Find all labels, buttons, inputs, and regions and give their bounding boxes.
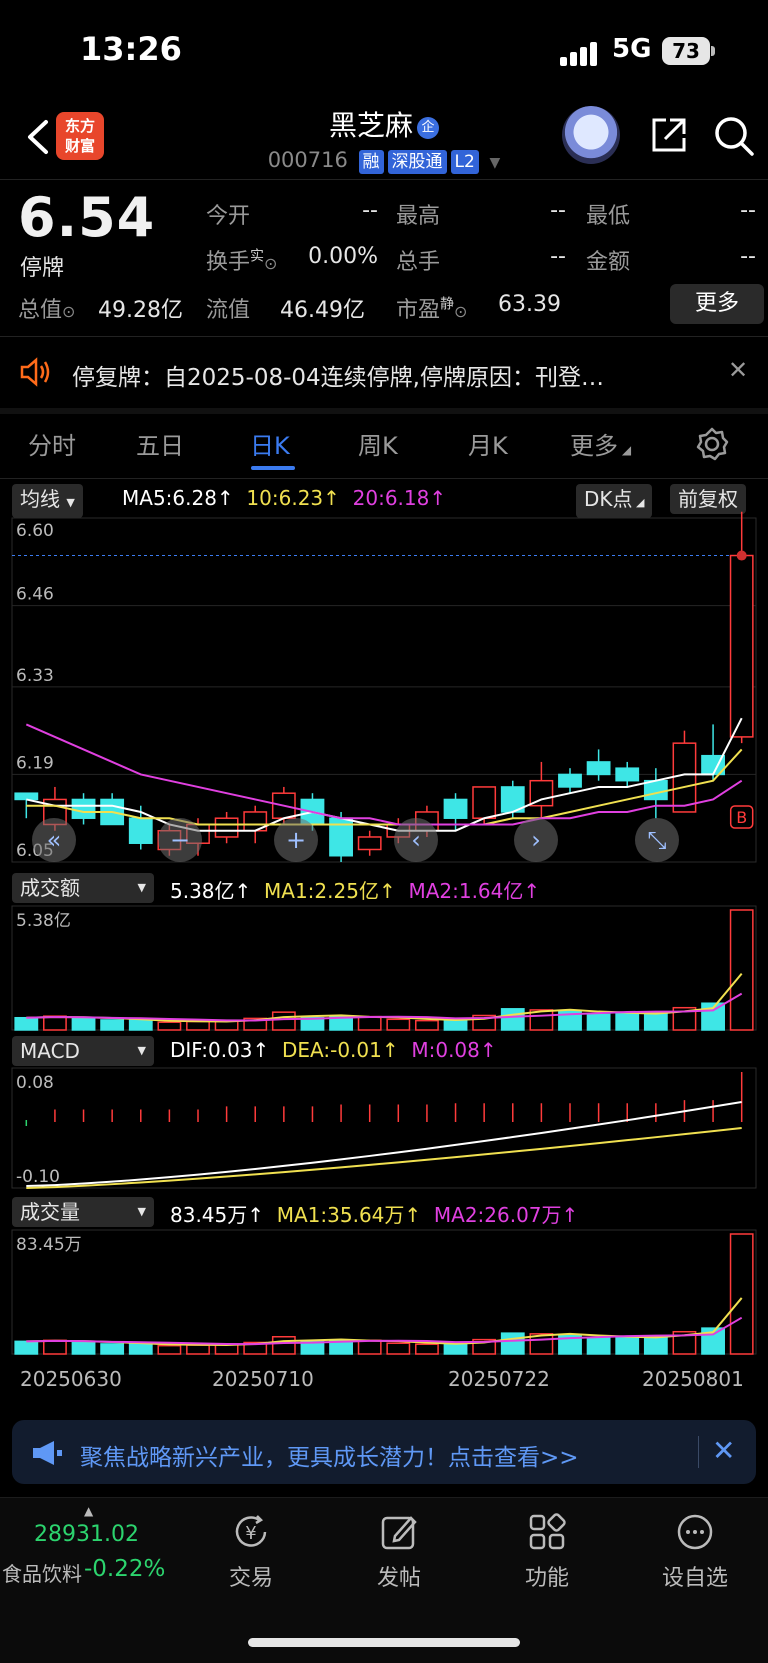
index-value[interactable]: 28931.02 [34,1522,139,1547]
close-icon[interactable]: ✕ [712,1434,735,1467]
candle-body [615,767,640,782]
volume-top-label: 83.45万 [16,1235,82,1255]
post-label: 发帖 [376,1566,421,1591]
dif-line [26,1101,742,1187]
function-label: 功能 [524,1566,569,1591]
amount-bar [71,1016,96,1031]
price-tick-label: 6.46 [16,585,54,605]
buy-signal-label: B [736,808,747,827]
amount-bar [500,1008,525,1031]
volume-bar [586,1337,611,1355]
promo-separator [698,1436,699,1468]
apps-grid-icon [529,1513,566,1550]
yuan-icon: ¥ [235,1515,267,1547]
volume-bar [100,1343,125,1355]
more-dots-icon [677,1514,713,1550]
amount-bar [100,1019,125,1031]
next-icon-glyph: › [531,826,541,854]
volume-bar [729,1233,754,1355]
candle-body [558,773,582,788]
volume-bar [386,1342,411,1355]
trade-label: 交易 [228,1566,273,1591]
amount-top-label: 5.38亿 [16,911,71,931]
last-price-dot [736,550,747,561]
volume-bar [500,1332,525,1355]
zoom-out-icon-glyph: − [170,826,190,854]
index-name[interactable]: 食品饮料 [2,1558,82,1587]
amount-bar [643,1012,668,1031]
volume-bar [643,1336,668,1355]
expand-up-icon[interactable]: ▲ [84,1504,93,1518]
volume-bar [186,1344,210,1355]
candle-body [672,742,697,813]
volume-bar [71,1341,96,1355]
candle-body [586,761,611,776]
volume-bar [443,1342,468,1355]
candle-body [729,554,754,738]
candle-body [71,798,96,819]
scroll-left-icon-glyph: « [47,826,62,854]
megaphone-icon [33,1441,62,1465]
amount-bar [128,1019,153,1031]
volume-bar [415,1343,439,1355]
amount-bar [443,1019,468,1031]
price-tick-label: 6.19 [16,753,54,773]
candle-body [128,817,153,844]
volume-bar [271,1335,296,1355]
date-label: 20250630 [20,1367,122,1391]
add-watchlist-button[interactable]: 设自选 [650,1510,740,1592]
volume-bar [357,1339,382,1355]
candle-body [443,798,468,819]
macd-bottom-label: -0.10 [16,1167,60,1187]
function-button[interactable]: 功能 [502,1510,592,1592]
price-tick-label: 6.60 [16,521,54,541]
post-button[interactable]: 发帖 [354,1510,444,1592]
candle-body [357,836,382,851]
date-label: 20250722 [448,1367,550,1391]
amount-bar [271,1011,296,1031]
amount-bar [357,1015,382,1031]
volume-bar [128,1342,153,1355]
date-label: 20250801 [642,1367,744,1391]
dea-line [26,1127,742,1189]
amount-bar [43,1015,67,1031]
price-tick-label: 6.33 [16,666,54,686]
edit-icon [381,1516,417,1550]
home-indicator[interactable] [248,1638,520,1647]
amount-bar [415,1019,439,1031]
fullscreen-icon-glyph: ⤡ [647,826,666,854]
ma-line-MA10 [26,748,743,826]
index-change[interactable]: -0.22% [84,1556,165,1582]
candle-body [214,817,239,838]
candle-body [14,792,39,801]
amount-bar [386,1018,411,1031]
macd-top-label: 0.08 [16,1073,54,1093]
candle-body [472,786,497,819]
amount-bar [157,1021,182,1031]
candle-body [643,779,668,801]
svg-text:¥: ¥ [245,1523,256,1544]
amount-bar [586,1013,611,1031]
date-label: 20250710 [212,1367,314,1391]
amount-bar [615,1012,640,1031]
add-watchlist-label: 设自选 [661,1566,728,1591]
volume-bar [14,1340,39,1355]
prev-icon-glyph: ‹ [411,826,421,854]
promo-text: 聚焦战略新兴产业，更具成长潜力！点击查看>> [80,1445,579,1471]
volume-bar [43,1339,67,1355]
macd-frame [11,1067,757,1189]
volume-bar [157,1344,182,1355]
stock-chart[interactable]: 6.606.466.336.196.05B« − + ‹ › ⤡5.38亿0.08-0.1… [0,0,768,1410]
trade-button[interactable]: ¥ 交易 [206,1510,296,1592]
amount-bar [729,909,754,1031]
zoom-in-icon-glyph: + [286,826,306,854]
amount-bar [186,1020,210,1031]
amount-bar [14,1016,39,1031]
volume-bar [615,1336,640,1355]
